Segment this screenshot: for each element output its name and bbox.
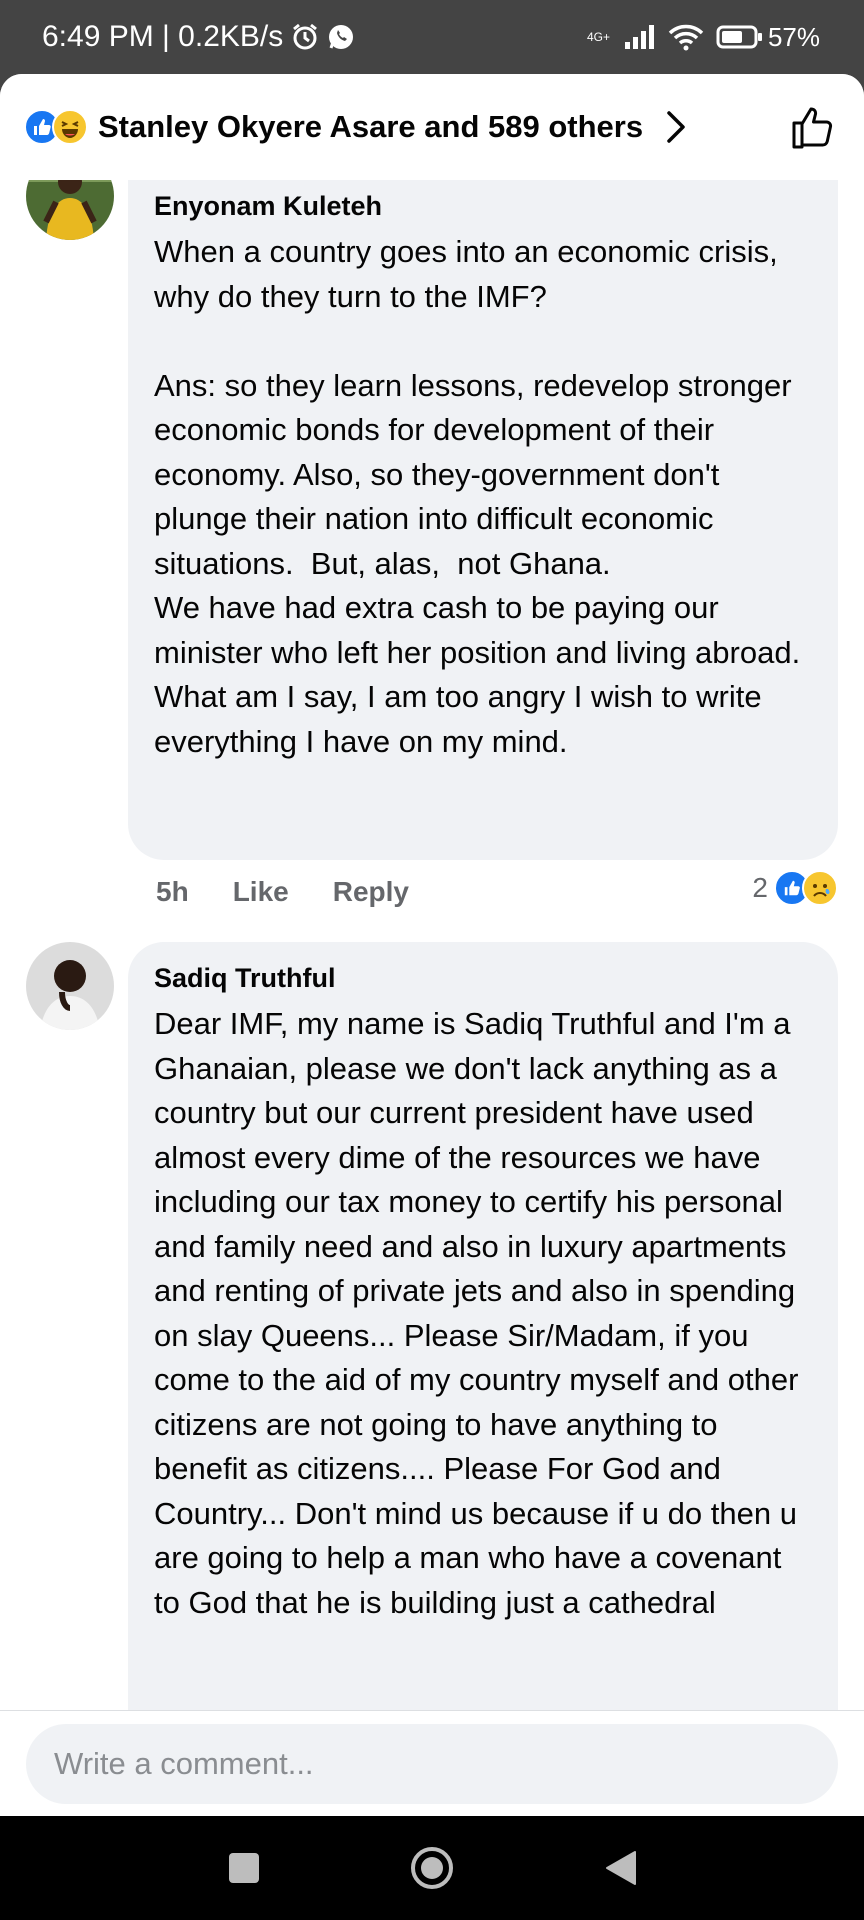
comment-text: When a country goes into an economic cri… bbox=[154, 234, 801, 759]
comment-input[interactable] bbox=[26, 1723, 838, 1804]
whatsapp-icon bbox=[327, 23, 355, 51]
comment-reactions[interactable]: 2 bbox=[752, 870, 838, 906]
signal-icon bbox=[624, 24, 656, 50]
comment-reaction-count: 2 bbox=[752, 872, 768, 903]
battery-icon bbox=[716, 24, 764, 50]
comments-sheet: Stanley Okyere Asare and 589 others Enyo… bbox=[0, 74, 864, 1816]
comment-text: Dear IMF, my name is Sadiq Truthful and … bbox=[154, 1006, 808, 1620]
reply-comment-link[interactable]: Reply bbox=[333, 876, 409, 908]
like-comment-link[interactable]: Like bbox=[233, 876, 289, 908]
alarm-icon bbox=[291, 23, 319, 51]
chevron-right-icon[interactable] bbox=[665, 109, 687, 145]
status-left: 6:49 PM | 0.2KB/s bbox=[42, 20, 355, 54]
sad-reaction-icon bbox=[802, 870, 838, 906]
composer-bar bbox=[0, 1710, 864, 1816]
reaction-icons bbox=[24, 109, 88, 145]
status-right: 4G+ 57% bbox=[575, 22, 820, 53]
recents-button[interactable] bbox=[204, 1828, 284, 1908]
like-post-button[interactable] bbox=[788, 103, 836, 151]
haha-reaction-icon bbox=[52, 109, 88, 145]
wifi-icon bbox=[668, 23, 704, 51]
home-button[interactable] bbox=[392, 1828, 472, 1908]
avatar[interactable] bbox=[26, 180, 114, 240]
status-bar: 6:49 PM | 0.2KB/s 4G+ 57% bbox=[0, 0, 864, 74]
network-label: 4G+ bbox=[586, 30, 610, 44]
system-nav-bar bbox=[0, 1816, 864, 1920]
battery-percent: 57% bbox=[767, 21, 820, 52]
back-button[interactable] bbox=[580, 1828, 660, 1908]
comment-author[interactable]: Enyonam Kuleteh bbox=[154, 188, 814, 224]
comment-bubble[interactable]: Enyonam Kuleteh When a country goes into… bbox=[128, 180, 838, 860]
avatar[interactable] bbox=[26, 942, 114, 1030]
comment-author[interactable]: Sadiq Truthful bbox=[154, 960, 814, 996]
comment-time: 5h bbox=[156, 876, 189, 907]
reactors-summary[interactable]: Stanley Okyere Asare and 589 others bbox=[98, 109, 643, 145]
comments-list[interactable]: Enyonam Kuleteh When a country goes into… bbox=[0, 180, 864, 1710]
comment-actions: 5h Like Reply bbox=[156, 876, 453, 908]
reactions-header[interactable]: Stanley Okyere Asare and 589 others bbox=[0, 74, 864, 180]
comment-bubble[interactable]: Sadiq Truthful Dear IMF, my name is Sadi… bbox=[128, 942, 838, 1710]
status-time-speed: 6:49 PM | 0.2KB/s bbox=[42, 20, 284, 53]
